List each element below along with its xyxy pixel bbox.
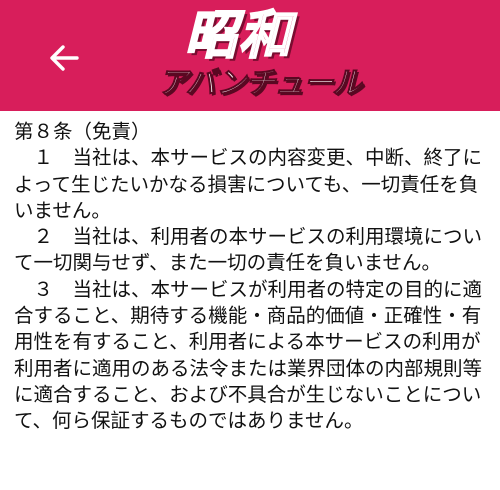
terms-content: 第８条（免責） １ 当社は、本サービスの内容変更、中断、終了によって生じたいかな… <box>14 119 486 435</box>
logo-title: 昭和 <box>184 5 294 66</box>
app-logo: 昭和 アバンチュール <box>140 0 370 111</box>
article-paragraph-3: ３ 当社は、本サービスが利用者の特定の目的に適合すること、期待する機能・商品的価… <box>14 277 483 433</box>
article-heading: 第８条（免責） <box>14 120 151 143</box>
back-button[interactable] <box>44 38 84 78</box>
app-header: 昭和 アバンチュール <box>0 0 500 111</box>
logo-subtitle: アバンチュール <box>157 66 362 102</box>
article-paragraph-1: １ 当社は、本サービスの内容変更、中断、終了によって生じたいかなる損害についても… <box>14 146 483 222</box>
article-paragraph-2: ２ 当社は、利用者の本サービスの利用環境について一切関与せず、また一切の責任を負… <box>14 225 483 275</box>
back-arrow-icon <box>50 45 79 71</box>
